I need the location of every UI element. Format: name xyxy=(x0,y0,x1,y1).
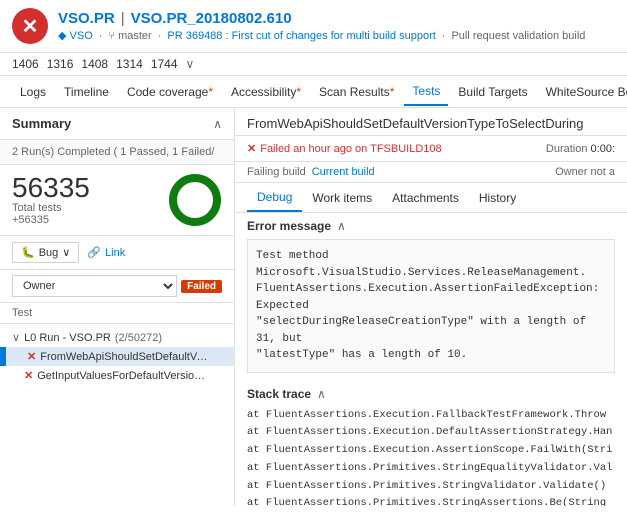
action-row: 🐛 Bug ∨ 🔗 Link xyxy=(0,236,234,270)
stack-trace-box: at FluentAssertions.Execution.FallbackTe… xyxy=(247,407,615,507)
stack-section-chevron-icon: ∧ xyxy=(317,387,326,401)
tab-debug[interactable]: Debug xyxy=(247,184,302,212)
error-message-text: Test method Microsoft.VisualStudio.Servi… xyxy=(256,250,606,361)
nav-code-coverage[interactable]: Code coverage* xyxy=(119,79,221,105)
build-numbers: 1406 1316 1408 1314 1744 ∨ xyxy=(0,53,627,76)
build-title-prefix: VSO.PR xyxy=(58,10,115,27)
nav-whitesource[interactable]: WhiteSource Bolt Build Report xyxy=(538,79,627,105)
error-section-chevron-icon: ∧ xyxy=(337,219,346,233)
stack-line-3: at FluentAssertions.Primitives.StringEqu… xyxy=(247,460,615,478)
detail-content: Error message ∧ Test method Microsoft.Vi… xyxy=(235,213,627,506)
detail-tabs: Debug Work items Attachments History xyxy=(235,183,627,213)
nav-scan-results[interactable]: Scan Results* xyxy=(311,79,402,105)
current-build-link[interactable]: Current build xyxy=(312,166,375,178)
left-panel: Summary ∧ 2 Run(s) Completed ( 1 Passed,… xyxy=(0,108,235,506)
error-message-box: Test method Microsoft.VisualStudio.Servi… xyxy=(247,239,615,373)
bug-label: Bug xyxy=(39,247,59,259)
owner-label: Owner xyxy=(555,166,587,178)
status-x-icon: ✕ xyxy=(247,142,256,155)
right-panel: FromWebApiShouldSetDefaultVersionTypeToS… xyxy=(235,108,627,506)
numbers-chevron[interactable]: ∨ xyxy=(186,57,195,71)
fail-status: ✕ Failed an hour ago on TFSBUILD108 xyxy=(247,142,442,155)
summary-chevron-icon[interactable]: ∧ xyxy=(213,117,222,131)
failed-badge[interactable]: Failed xyxy=(181,280,222,293)
test-fail-icon-0: ✕ xyxy=(27,350,36,363)
test-name-1: GetInputValuesForDefaultVersionShould xyxy=(37,370,207,382)
owner-value: not a xyxy=(591,166,615,178)
test-item-1[interactable]: ✕ GetInputValuesForDefaultVersionShould xyxy=(12,366,222,385)
group-collapse-icon: ∨ xyxy=(12,331,20,344)
stats-info: 56335 Total tests +56335 xyxy=(12,174,90,226)
right-test-header: FromWebApiShouldSetDefaultVersionTypeToS… xyxy=(235,108,627,136)
summary-title: Summary xyxy=(12,116,71,131)
vso-tag: ◆ VSO xyxy=(58,29,93,42)
test-fail-icon-1: ✕ xyxy=(24,369,33,382)
summary-section-header: Summary ∧ xyxy=(0,108,234,140)
build-type: Pull request validation build xyxy=(451,30,585,42)
filter-row: Owner Failed xyxy=(0,270,234,303)
owner-row: Owner not a xyxy=(555,166,615,178)
number-1744[interactable]: 1744 xyxy=(151,57,178,71)
bug-icon: 🐛 xyxy=(21,246,35,259)
number-1316[interactable]: 1316 xyxy=(47,57,74,71)
total-tests-label: Total tests xyxy=(12,202,90,214)
group-count: (2/50272) xyxy=(115,332,162,344)
number-1314[interactable]: 1314 xyxy=(116,57,143,71)
donut-chart xyxy=(168,173,222,227)
stack-line-4: at FluentAssertions.Primitives.StringVal… xyxy=(247,478,615,496)
stack-line-2: at FluentAssertions.Execution.AssertionS… xyxy=(247,442,615,460)
stack-trace-section: Stack trace ∧ at FluentAssertions.Execut… xyxy=(235,381,627,507)
bug-chevron-icon: ∨ xyxy=(62,246,70,259)
test-filter-label: Test xyxy=(0,303,234,324)
link-label: Link xyxy=(105,247,125,259)
nav-logs[interactable]: Logs xyxy=(12,79,54,105)
group-label: L0 Run - VSO.PR xyxy=(24,332,111,344)
number-1408[interactable]: 1408 xyxy=(81,57,108,71)
stack-line-5: at FluentAssertions.Primitives.StringAss… xyxy=(247,495,615,506)
owner-filter[interactable]: Owner xyxy=(12,275,177,297)
right-test-title: FromWebApiShouldSetDefaultVersionTypeToS… xyxy=(247,116,615,131)
total-tests-count: 56335 xyxy=(12,174,90,202)
bug-button[interactable]: 🐛 Bug ∨ xyxy=(12,242,79,263)
test-group-header[interactable]: ∨ L0 Run - VSO.PR (2/50272) xyxy=(12,328,222,347)
status-text: Failed an hour ago on TFSBUILD108 xyxy=(260,143,441,155)
tab-history[interactable]: History xyxy=(469,185,526,211)
nav-timeline[interactable]: Timeline xyxy=(56,79,117,105)
right-status-row: ✕ Failed an hour ago on TFSBUILD108 Dura… xyxy=(235,136,627,162)
tab-work-items[interactable]: Work items xyxy=(302,185,382,211)
runs-info: 2 Run(s) Completed ( 1 Passed, 1 Failed/ xyxy=(0,140,234,165)
test-item-0[interactable]: ✕ FromWebApiShouldSetDefaultVersionT xyxy=(0,347,234,366)
nav-tests[interactable]: Tests xyxy=(404,78,448,106)
stack-trace-section-header[interactable]: Stack trace ∧ xyxy=(235,381,627,407)
stack-section-title: Stack trace xyxy=(247,387,311,401)
pr-info[interactable]: PR 369488 : First cut of changes for mul… xyxy=(167,30,435,42)
build-row: Failing build Current build Owner not a xyxy=(235,162,627,183)
link-button[interactable]: 🔗 Link xyxy=(87,246,125,259)
tab-attachments[interactable]: Attachments xyxy=(382,185,469,211)
nav-build-targets[interactable]: Build Targets xyxy=(450,79,535,105)
error-section-title: Error message xyxy=(247,219,331,233)
test-name-0: FromWebApiShouldSetDefaultVersionT xyxy=(40,351,210,363)
header: ✕ VSO.PR | VSO.PR_20180802.610 ◆ VSO · ⑂… xyxy=(0,0,627,76)
duration-label: Duration xyxy=(546,143,588,155)
main-content: Summary ∧ 2 Run(s) Completed ( 1 Passed,… xyxy=(0,108,627,506)
test-group: ∨ L0 Run - VSO.PR (2/50272) ✕ FromWebApi… xyxy=(0,324,234,389)
branch-tag: ⑂ master xyxy=(108,30,151,42)
stack-line-0: at FluentAssertions.Execution.FallbackTe… xyxy=(247,407,615,425)
duration-value: 0:00: xyxy=(591,143,615,155)
number-1406[interactable]: 1406 xyxy=(12,57,39,71)
stats-row: 56335 Total tests +56335 xyxy=(0,165,234,236)
nav-bar: Logs Timeline Code coverage* Accessibili… xyxy=(0,76,627,108)
duration-info: Duration 0:00: xyxy=(546,143,615,155)
failing-build-label: Failing build xyxy=(247,166,306,178)
stack-line-1: at FluentAssertions.Execution.DefaultAss… xyxy=(247,424,615,442)
nav-accessibility[interactable]: Accessibility* xyxy=(223,79,309,105)
build-title-id[interactable]: VSO.PR_20180802.610 xyxy=(131,10,292,27)
build-status-icon: ✕ xyxy=(12,8,48,44)
link-icon: 🔗 xyxy=(87,246,101,259)
donut-svg xyxy=(168,173,222,227)
error-message-section-header[interactable]: Error message ∧ xyxy=(235,213,627,239)
total-tests-delta: +56335 xyxy=(12,214,90,226)
